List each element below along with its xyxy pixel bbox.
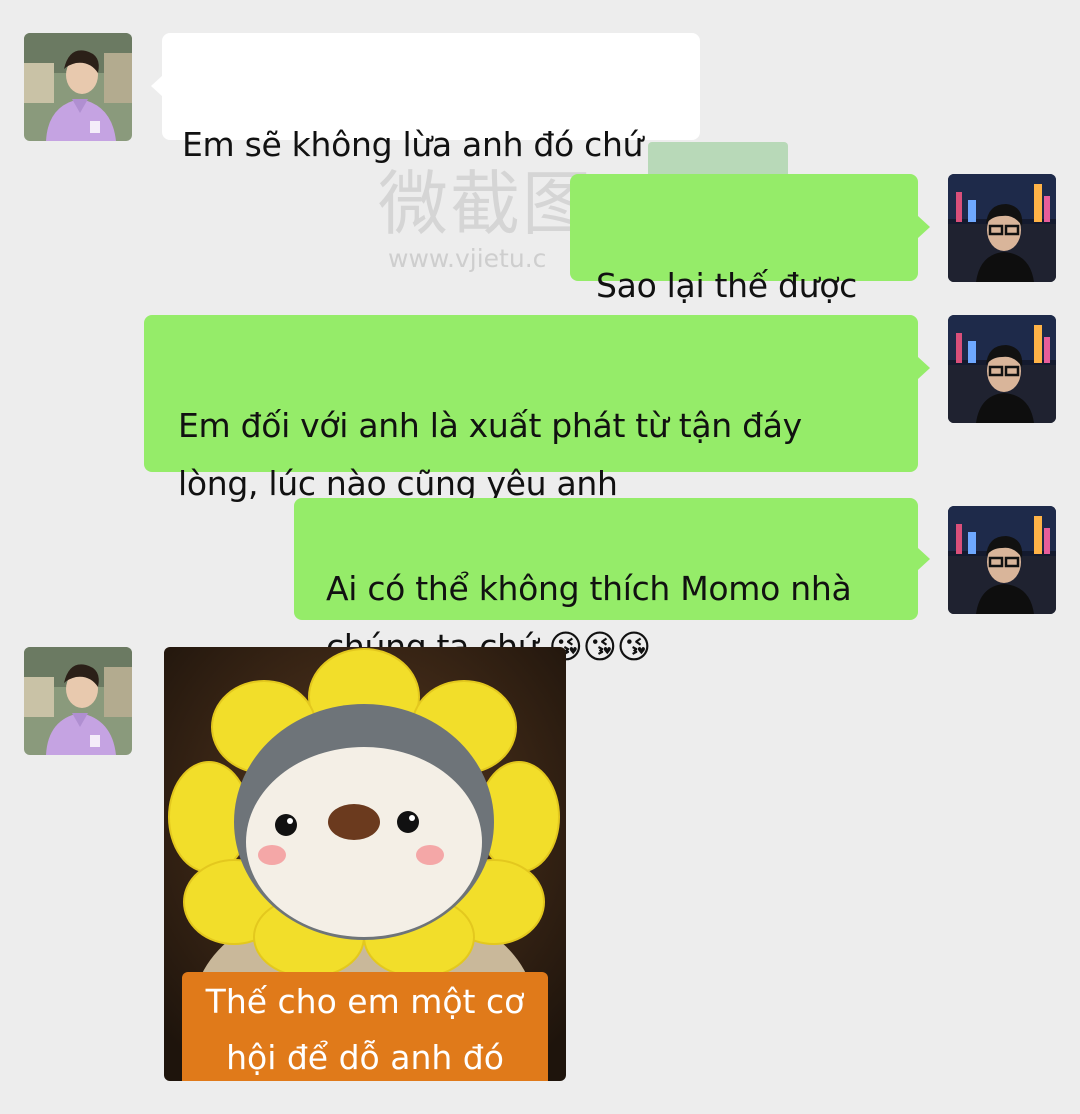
bubble-tail <box>918 357 930 379</box>
message-text: Em đối với anh là xuất phát từ tận đáy l… <box>178 406 802 503</box>
bubble-tail <box>918 548 930 570</box>
avatar-outgoing[interactable] <box>948 315 1056 423</box>
avatar-incoming[interactable] <box>24 33 132 141</box>
bubble-tail <box>918 216 930 238</box>
avatar-outgoing[interactable] <box>948 174 1056 282</box>
avatar-man-icon <box>948 506 1056 614</box>
avatar-boy-icon <box>24 33 132 141</box>
watermark-url: www.vjietu.c <box>388 244 547 273</box>
avatar-incoming[interactable] <box>24 647 132 755</box>
sticker-caption: Thế cho em một cơ hội để dỗ anh đó <box>182 972 548 1081</box>
message-bubble-outgoing[interactable]: Sao lại thế được <box>570 174 918 305</box>
sticker-image[interactable]: Thế cho em một cơ hội để dỗ anh đó <box>164 647 566 1081</box>
message-text: Em sẽ không lừa anh đó chứ <box>182 125 644 164</box>
avatar-man-icon <box>948 315 1056 423</box>
avatar-man-icon <box>948 174 1056 282</box>
message-bubble-outgoing[interactable]: Em đối với anh là xuất phát từ tận đáy l… <box>144 315 918 503</box>
chat-area: 微截图 www.vjietu.c Em sẽ không lừa anh đó … <box>0 0 1080 1114</box>
message-bubble-outgoing[interactable]: Ai có thể không thích Momo nhà chúng ta … <box>294 498 918 666</box>
avatar-outgoing[interactable] <box>948 506 1056 614</box>
message-text: Sao lại thế được <box>596 266 857 305</box>
message-bubble-incoming[interactable]: Em sẽ không lừa anh đó chứ <box>162 33 700 164</box>
avatar-boy-icon <box>24 647 132 755</box>
